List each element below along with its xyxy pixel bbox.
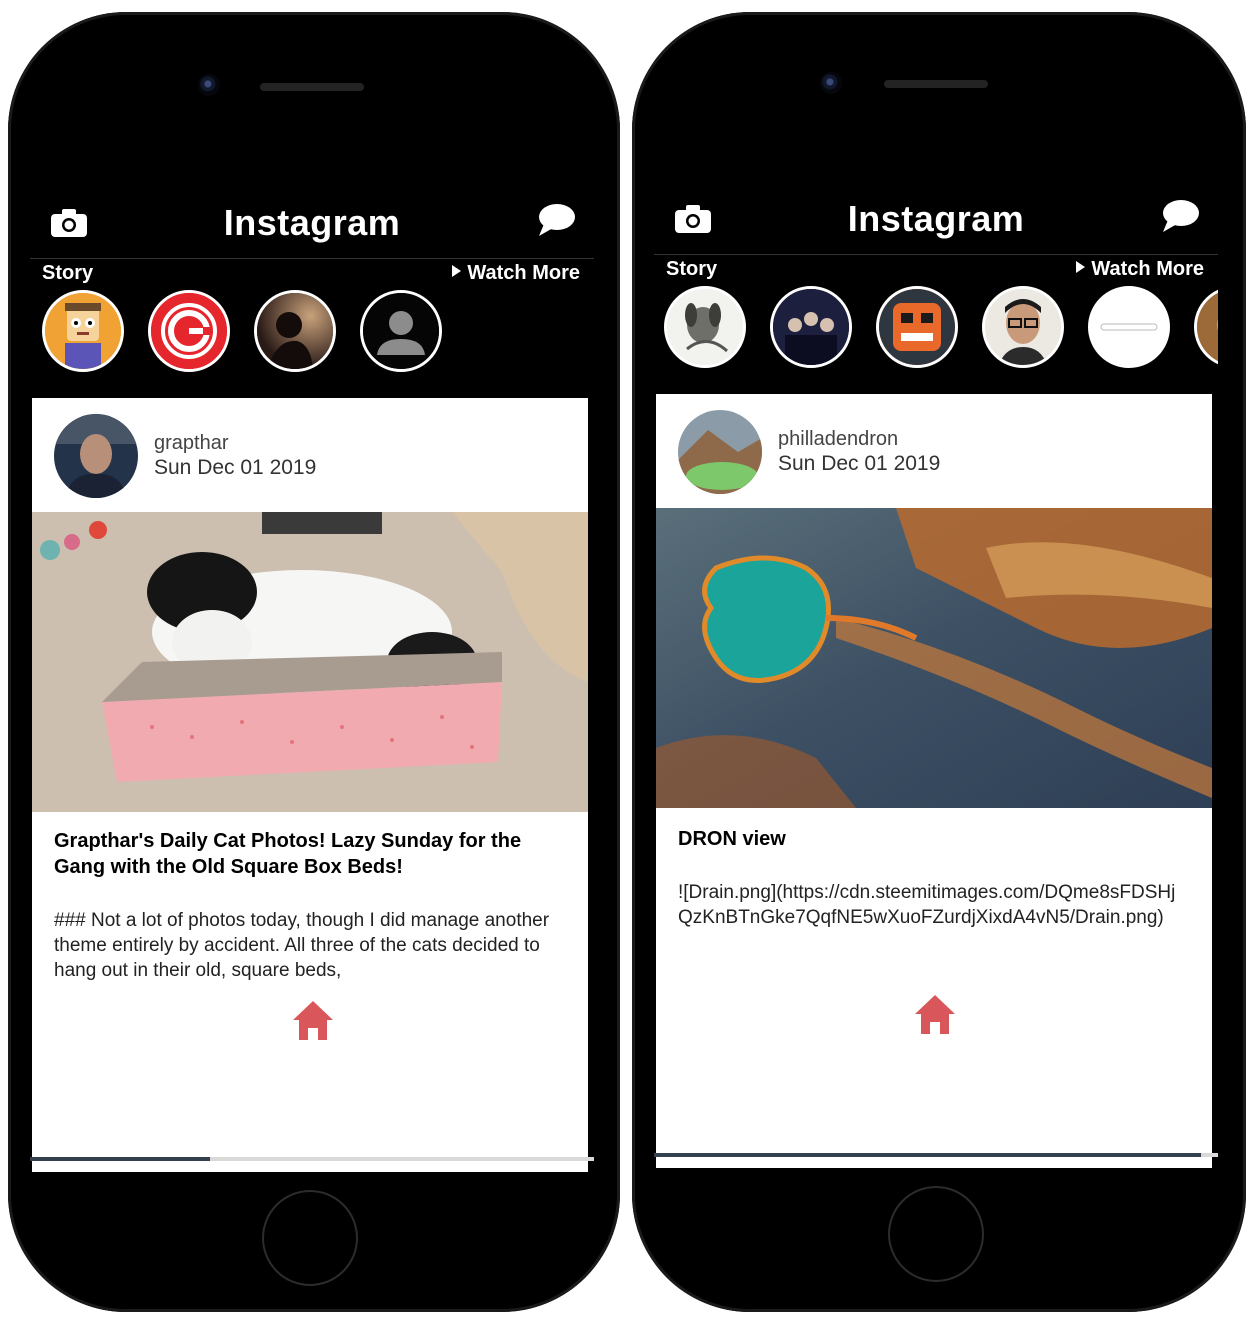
landscape-avatar-icon [678,410,762,494]
drone-lake-photo-icon [656,508,1212,808]
watch-more-link[interactable]: Watch More [452,262,580,285]
post-image[interactable] [656,508,1212,808]
phone-frame-right: Instagram Story Watch More philladendron… [632,12,1246,1312]
story-avatar[interactable] [42,290,124,372]
user-avatar[interactable] [54,414,138,498]
search-icon[interactable] [516,998,560,1042]
post-username[interactable]: philladendron [778,428,898,451]
app-title: Instagram [847,198,1025,239]
post-title: DRON view [678,828,786,850]
story-avatar[interactable] [1088,286,1170,368]
plus-circle-icon[interactable] [1025,992,1069,1036]
front-camera [198,74,220,96]
progress-bar [654,1153,1218,1157]
robot-avatar-icon [879,289,955,365]
profile-icon[interactable] [686,992,730,1036]
top-bar: Instagram [30,162,594,259]
group-avatar-icon [773,289,849,365]
post-date: Sun Dec 01 2019 [778,452,941,475]
story-avatar[interactable] [770,286,852,368]
story-avatar[interactable] [664,286,746,368]
story-header: Story Watch More [654,258,1218,281]
story-label: Story [42,262,94,284]
story-avatar[interactable] [360,290,442,372]
watch-more-link[interactable]: Watch More [1076,258,1204,281]
post-body: ![Drain.png](https://cdn.steemitimages.c… [678,882,1176,928]
partial-avatar-icon [1197,289,1218,365]
red-g-logo-icon [151,293,227,369]
watch-more-label: Watch More [467,262,580,284]
dog-sketch-avatar-icon [667,289,743,365]
watch-more-label: Watch More [1091,258,1204,280]
progress-fill [30,1157,211,1161]
cat-photo-icon [32,512,588,812]
heart-icon[interactable] [178,998,222,1042]
default-user-icon [363,293,439,369]
plus-circle-icon[interactable] [404,998,448,1042]
play-icon [1076,261,1086,273]
bottom-nav [8,998,620,1058]
chat-bubble-icon[interactable] [536,202,576,238]
story-label: Story [666,258,718,280]
post-date: Sun Dec 01 2019 [154,456,317,479]
play-icon [452,265,462,277]
story-avatar[interactable] [1194,286,1218,368]
post-image[interactable] [32,512,588,812]
earpiece-speaker [260,83,364,91]
user-photo-icon [54,414,138,498]
heart-icon[interactable] [800,992,844,1036]
chat-bubble-icon[interactable] [1160,198,1200,234]
bottom-nav [632,992,1246,1052]
post-title: Grapthar's Daily Cat Photos! Lazy Sunday… [54,830,522,878]
story-header: Story Watch More [30,262,594,285]
man-glasses-avatar-icon [985,289,1061,365]
front-camera [820,72,842,94]
post-username[interactable]: grapthar [154,432,229,455]
story-avatar[interactable] [148,290,230,372]
home-button[interactable] [262,1190,358,1286]
phone-frame-left: Instagram Story Watch More grapthar Sun … [8,12,620,1312]
progress-fill [654,1153,1202,1157]
story-avatar[interactable] [876,286,958,368]
white-logo-avatar-icon [1091,289,1167,365]
story-avatar[interactable] [254,290,336,372]
home-button[interactable] [888,1186,984,1282]
user-avatar[interactable] [678,410,762,494]
home-icon[interactable] [291,998,335,1042]
home-icon[interactable] [913,992,957,1036]
app-title: Instagram [223,202,401,243]
search-icon[interactable] [1137,992,1181,1036]
top-bar: Instagram [654,158,1218,255]
cartoon-avatar-icon [45,293,121,369]
post-header: grapthar Sun Dec 01 2019 [32,398,588,512]
silhouette-avatar-icon [257,293,333,369]
progress-bar [30,1157,594,1161]
post-body: ### Not a lot of photos today, though I … [54,910,550,981]
profile-icon[interactable] [64,998,108,1042]
earpiece-speaker [884,80,988,88]
post-header: philladendron Sun Dec 01 2019 [656,394,1212,508]
story-avatar[interactable] [982,286,1064,368]
